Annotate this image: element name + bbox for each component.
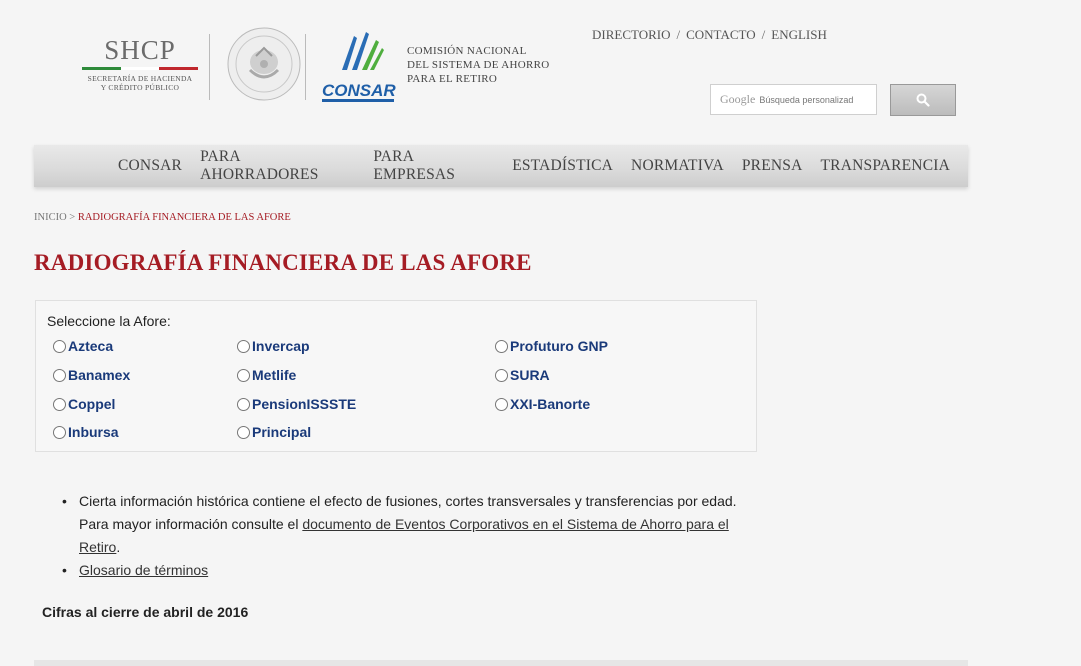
afore-option-label: PensionISSSTE: [252, 396, 357, 412]
info-list: Cierta información histórica contiene el…: [62, 490, 752, 582]
radio-button[interactable]: [53, 339, 66, 353]
radio-button[interactable]: [237, 339, 250, 353]
nav-item-para-empresas[interactable]: PARA EMPRESAS: [373, 148, 494, 184]
consar-name: COMISIÓN NACIONAL DEL SISTEMA DE AHORRO …: [407, 44, 549, 86]
cifras-date: Cifras al cierre de abril de 2016: [42, 604, 249, 620]
nav-item-consar[interactable]: CONSAR: [118, 157, 182, 175]
afore-option-xxi-banorte[interactable]: XXI-Banorte: [495, 396, 590, 412]
afore-option-invercap[interactable]: Invercap: [237, 338, 310, 354]
content-bottom-bar: [34, 660, 968, 666]
radio-button[interactable]: [495, 339, 508, 353]
page-title: RADIOGRAFÍA FINANCIERA DE LAS AFORE: [34, 250, 532, 275]
link-contacto[interactable]: CONTACTO: [686, 27, 756, 42]
radio-button[interactable]: [495, 397, 508, 411]
afore-option-banamex[interactable]: Banamex: [53, 367, 130, 383]
radio-button[interactable]: [53, 425, 66, 439]
breadcrumb-current: RADIOGRAFÍA FINANCIERA DE LAS AFORE: [77, 212, 291, 223]
nav-item-normativa[interactable]: NORMATIVA: [631, 157, 724, 175]
afore-option-azteca[interactable]: Azteca: [53, 338, 113, 354]
afore-option-metlife[interactable]: Metlife: [237, 367, 296, 383]
consar-logo-text: CONSAR: [322, 81, 396, 100]
mexico-seal-icon: [227, 27, 301, 101]
google-brand: Google: [720, 92, 756, 106]
consar-logo[interactable]: CONSAR: [320, 26, 398, 106]
shcp-logo-rule: [82, 67, 199, 70]
consar-name-line-1: COMISIÓN NACIONAL: [407, 45, 527, 57]
shcp-logo[interactable]: SHCP SECRETARÍA DE HACIENDA Y CRÉDITO PÚ…: [82, 35, 199, 92]
search-button[interactable]: [890, 84, 956, 116]
nav-item-estadistica[interactable]: ESTADÍSTICA: [512, 157, 613, 175]
link-separator: /: [676, 27, 681, 42]
afore-option-label: SURA: [510, 367, 550, 383]
afore-option-pensionissste[interactable]: PensionISSSTE: [237, 396, 356, 412]
top-links: DIRECTORIO / CONTACTO / ENGLISH: [592, 27, 827, 43]
link-english[interactable]: ENGLISH: [771, 27, 827, 42]
radio-button[interactable]: [237, 397, 250, 411]
link-separator: /: [761, 27, 766, 42]
consar-name-line-2: DEL SISTEMA DE AHORRO: [407, 59, 550, 71]
consar-feathers-icon: CONSAR: [322, 32, 396, 102]
afore-option-coppel[interactable]: Coppel: [53, 396, 115, 412]
shcp-logo-subtitle-1: SECRETARÍA DE HACIENDA: [87, 74, 193, 83]
radio-button[interactable]: [237, 425, 250, 439]
afore-option-label: Inbursa: [68, 424, 119, 440]
radio-button[interactable]: [495, 368, 508, 382]
afore-selector: Seleccione la Afore: Azteca Banamex Copp…: [35, 300, 757, 452]
header-divider: [209, 34, 210, 100]
afore-option-label: Coppel: [68, 396, 116, 412]
afore-option-inbursa[interactable]: Inbursa: [53, 424, 119, 440]
breadcrumb-separator: >: [69, 212, 76, 223]
glosario-link[interactable]: Glosario de términos: [79, 562, 208, 578]
shcp-logo-title: SHCP: [104, 35, 176, 65]
afore-option-label: Profuturo GNP: [510, 338, 608, 354]
afore-option-label: Metlife: [252, 367, 297, 383]
shcp-logo-subtitle-2: Y CRÉDITO PÚBLICO: [100, 83, 180, 92]
nav-item-transparencia[interactable]: TRANSPARENCIA: [821, 157, 951, 175]
afore-option-label: Invercap: [252, 338, 310, 354]
info-text-end: .: [116, 539, 121, 555]
afore-selector-label: Seleccione la Afore:: [47, 313, 171, 329]
list-item: Cierta información histórica contiene el…: [62, 490, 752, 559]
search-icon: [916, 93, 930, 107]
afore-option-sura[interactable]: SURA: [495, 367, 550, 383]
afore-option-label: XXI-Banorte: [510, 396, 591, 412]
afore-option-label: Azteca: [68, 338, 114, 354]
nav-item-para-ahorradores[interactable]: PARA AHORRADORES: [200, 148, 355, 184]
radio-button[interactable]: [237, 368, 250, 382]
site-header: SHCP SECRETARÍA DE HACIENDA Y CRÉDITO PÚ…: [0, 0, 1081, 140]
header-divider: [305, 34, 306, 100]
radio-button[interactable]: [53, 368, 66, 382]
breadcrumb: INICIO > RADIOGRAFÍA FINANCIERA DE LAS A…: [34, 212, 291, 223]
consar-name-line-3: PARA EL RETIRO: [407, 73, 498, 85]
main-nav: CONSAR PARA AHORRADORES PARA EMPRESAS ES…: [34, 145, 968, 187]
afore-option-label: Principal: [252, 424, 312, 440]
search-placeholder: Búsqueda personalizad: [759, 94, 854, 105]
search-input[interactable]: Google Búsqueda personalizad: [710, 84, 877, 115]
afore-option-label: Banamex: [68, 367, 131, 383]
list-item: Glosario de términos: [62, 559, 752, 582]
link-directorio[interactable]: DIRECTORIO: [592, 27, 670, 42]
afore-option-principal[interactable]: Principal: [237, 424, 311, 440]
afore-option-profuturo-gnp[interactable]: Profuturo GNP: [495, 338, 608, 354]
radio-button[interactable]: [53, 397, 66, 411]
nav-item-prensa[interactable]: PRENSA: [742, 157, 803, 175]
breadcrumb-home[interactable]: INICIO: [34, 212, 67, 223]
